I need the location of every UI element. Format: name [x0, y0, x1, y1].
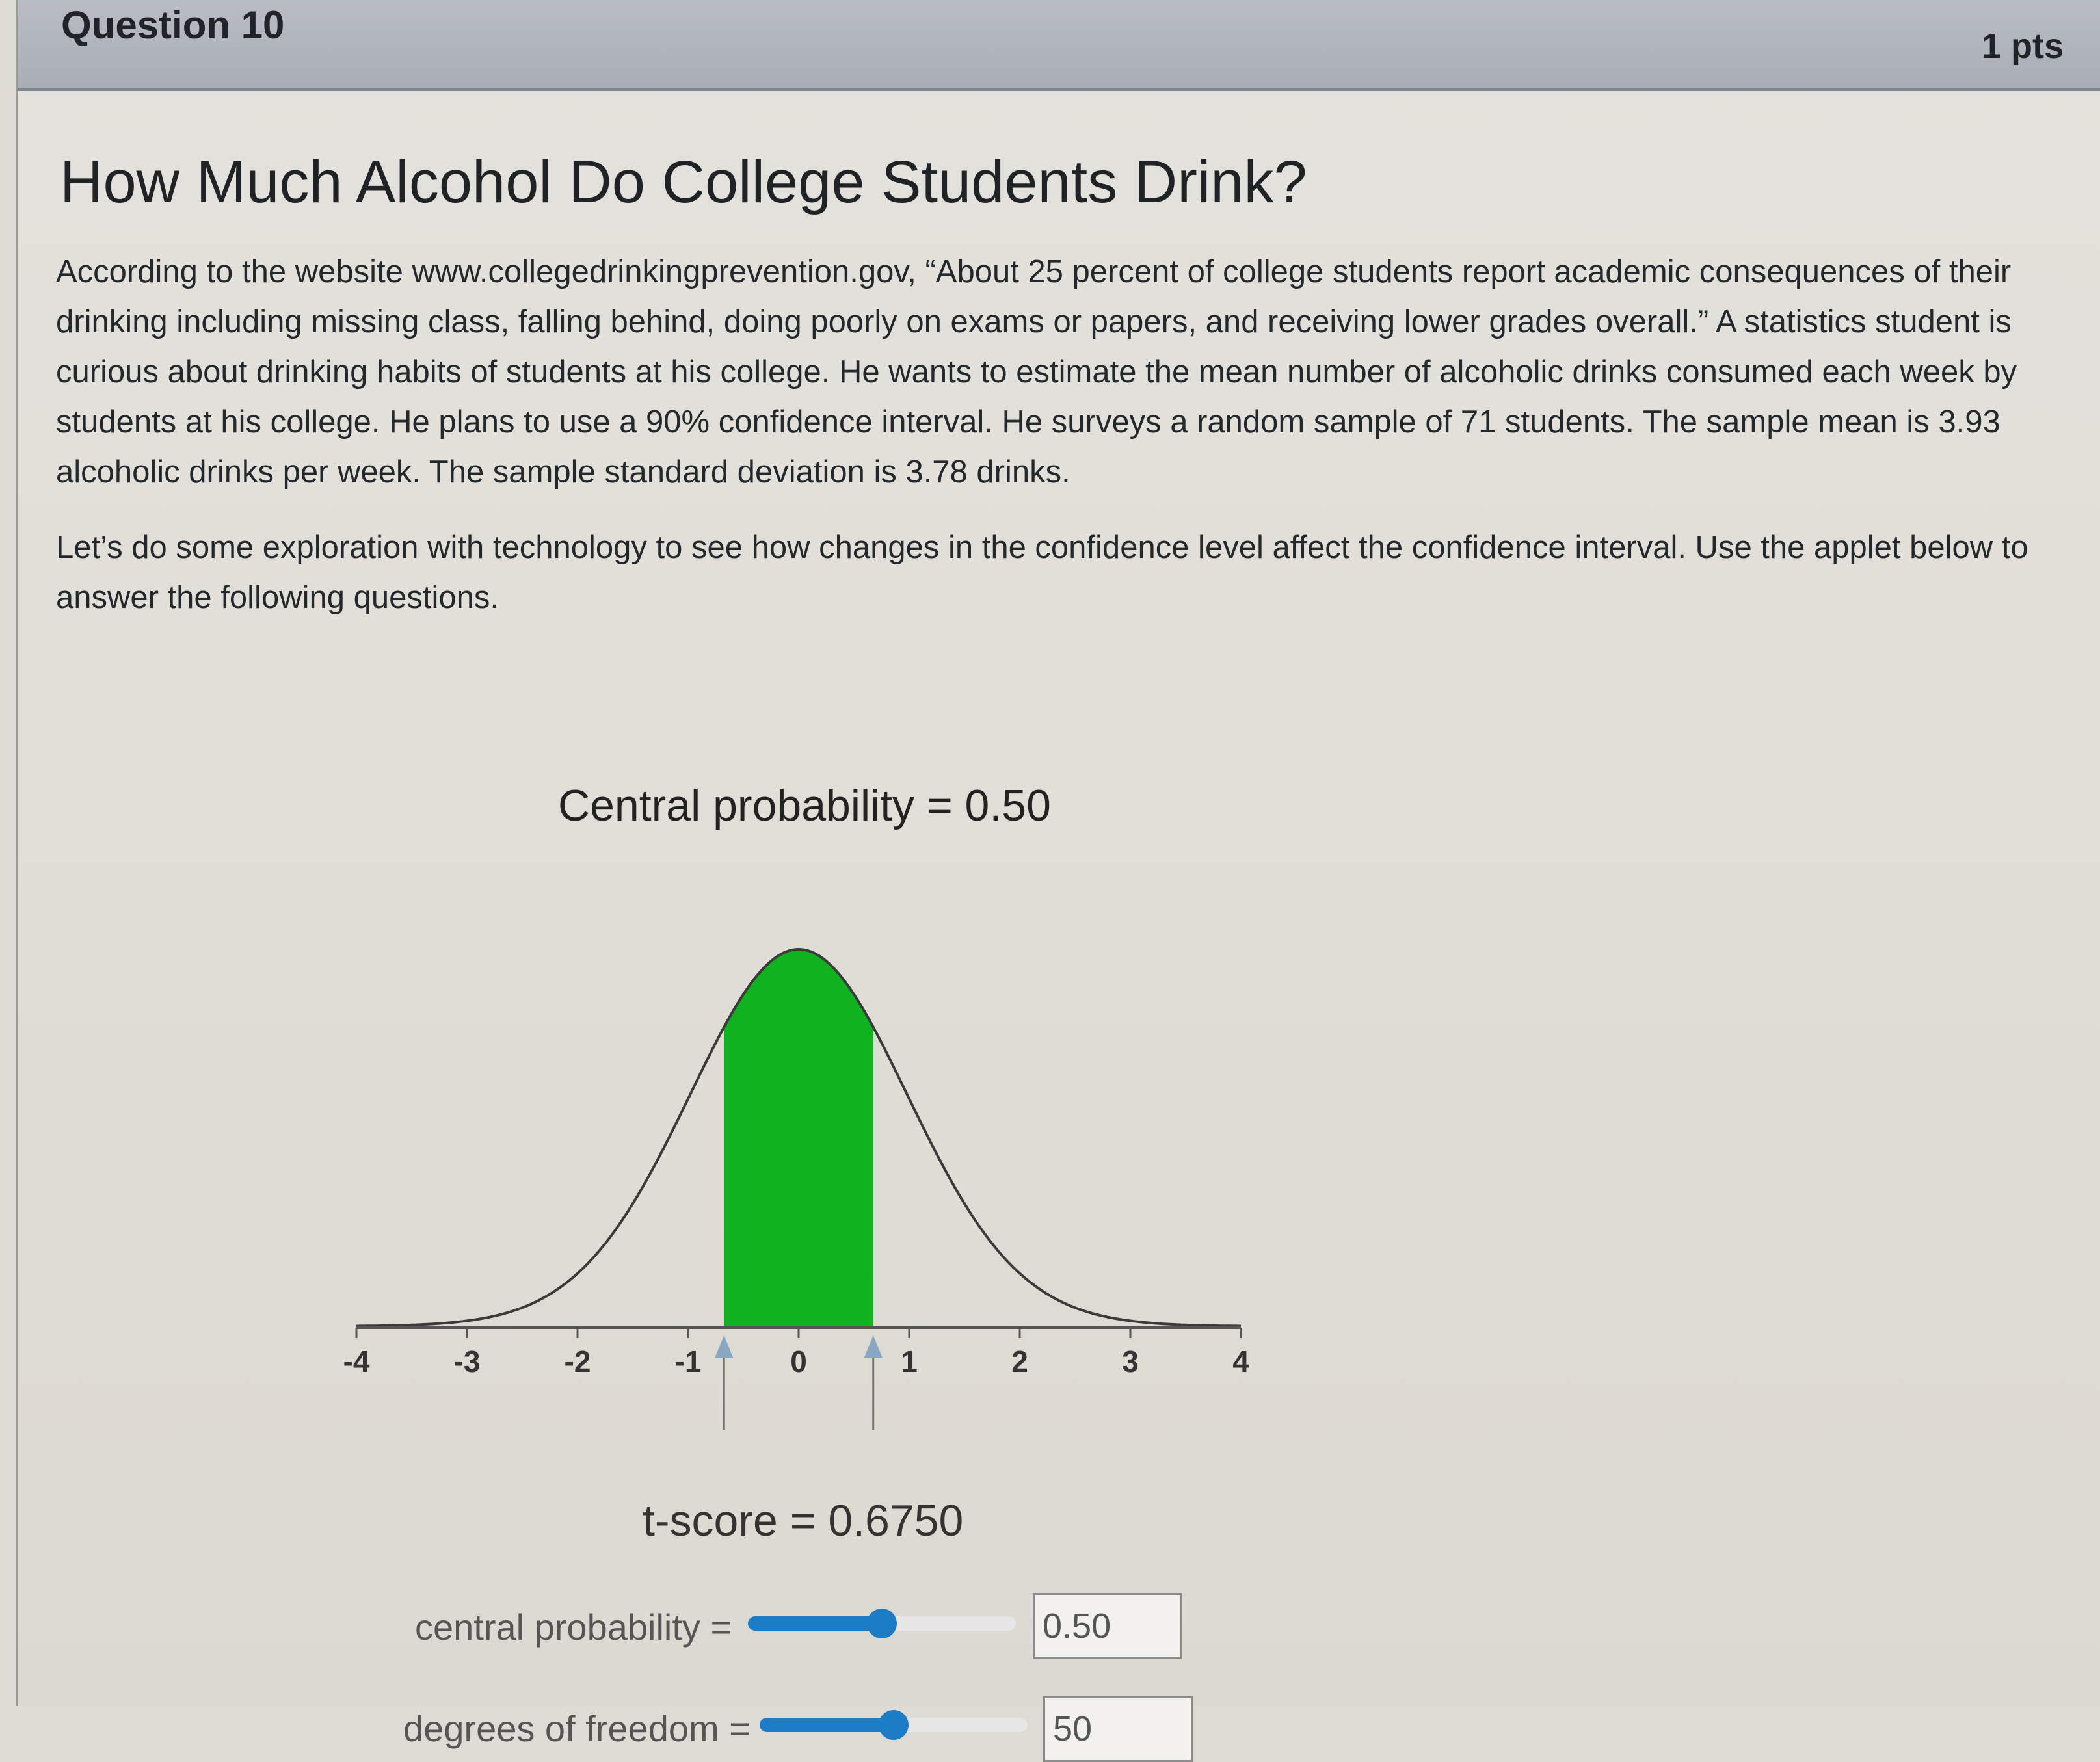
x-tick-label: 4	[1232, 1345, 1249, 1378]
x-tick-label: 2	[1011, 1345, 1028, 1378]
x-tick-label: 0	[790, 1345, 807, 1378]
degrees-of-freedom-label: degrees of freedom =	[403, 1708, 751, 1749]
x-tick-label: -2	[565, 1345, 591, 1378]
x-tick-label: -3	[454, 1345, 481, 1378]
degrees-of-freedom-input[interactable]: 50	[1043, 1696, 1193, 1762]
t-distribution-plot: -4 -3 -2 -1 0 1 2 3 4	[343, 947, 1249, 1430]
lower-bound-arrow-icon[interactable]	[715, 1335, 734, 1358]
central-probability-input[interactable]: 0.50	[1033, 1593, 1182, 1659]
degrees-of-freedom-slider[interactable]	[760, 1710, 1028, 1740]
question-frame: Question 10 1 pts How Much Alcohol Do Co…	[16, 0, 2100, 1762]
page-title: How Much Alcohol Do College Students Dri…	[60, 149, 1307, 215]
x-tick-label: -4	[343, 1345, 370, 1378]
intro-paragraph: According to the website www.collegedrin…	[56, 254, 2017, 490]
question-points: 1 pts	[1981, 27, 2064, 66]
instructions-paragraph: Let’s do some exploration with technolog…	[56, 530, 2028, 615]
question-header: Question 10 1 pts	[18, 0, 2100, 91]
central-probability-slider[interactable]	[748, 1609, 1016, 1638]
t-score-readout: t-score = 0.6750	[643, 1496, 964, 1545]
x-tick-label: 3	[1122, 1345, 1139, 1378]
x-axis-ticks: -4 -3 -2 -1 0 1 2 3 4	[343, 1328, 1249, 1378]
slider-thumb[interactable]	[867, 1609, 897, 1638]
question-title: Question 10	[61, 3, 285, 47]
slider-fill	[748, 1616, 882, 1631]
x-tick-label: -1	[675, 1345, 702, 1378]
x-tick-label: 1	[901, 1345, 918, 1378]
slider-thumb[interactable]	[879, 1710, 909, 1740]
central-probability-label: central probability =	[415, 1607, 732, 1648]
upper-bound-arrow-icon[interactable]	[864, 1335, 883, 1358]
central-probability-area	[724, 949, 873, 1326]
slider-fill	[760, 1718, 894, 1732]
applet-chart-title: Central probability = 0.50	[558, 781, 1051, 830]
